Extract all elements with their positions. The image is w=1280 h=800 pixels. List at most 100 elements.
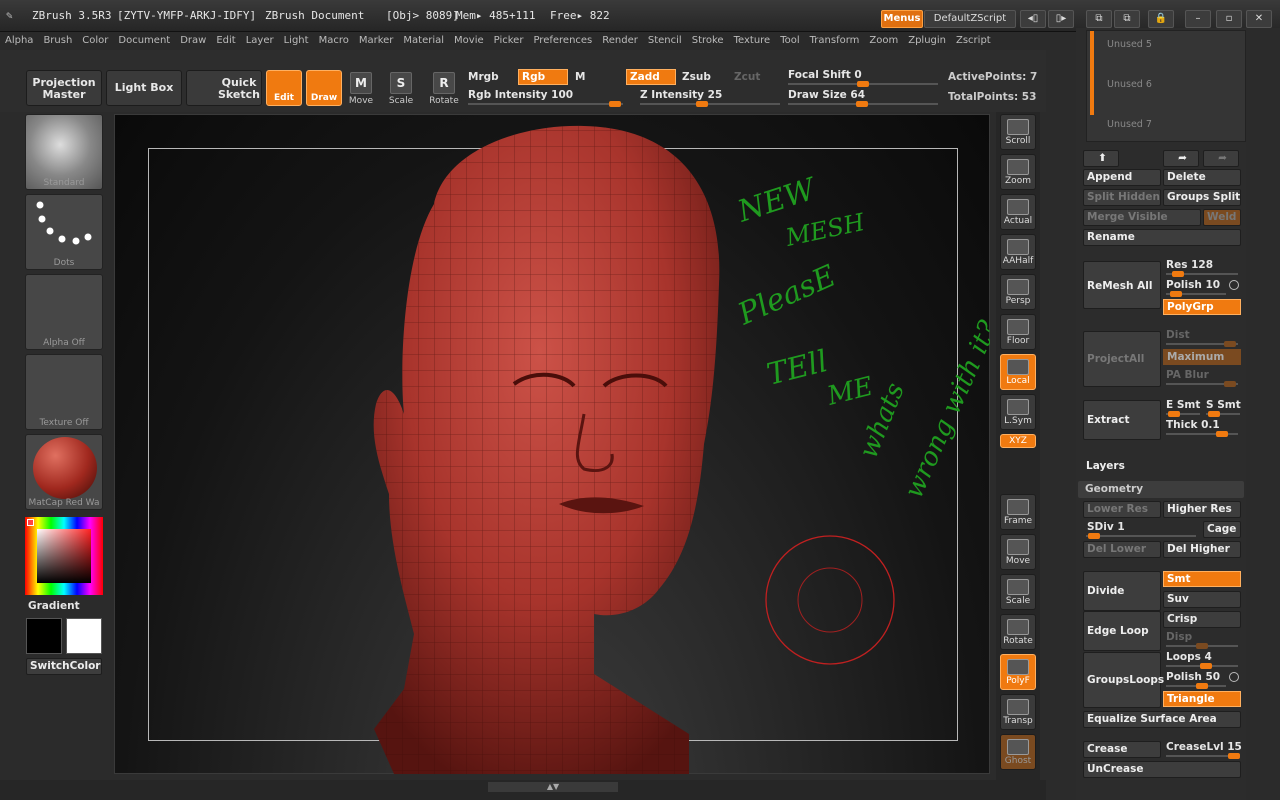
- z-intensity-slider[interactable]: [640, 101, 780, 107]
- del-lower-button[interactable]: Del Lower: [1083, 541, 1161, 558]
- sdiv-slider[interactable]: [1086, 533, 1196, 539]
- menu-stroke[interactable]: Stroke: [687, 32, 729, 50]
- minimize-icon[interactable]: –: [1185, 10, 1211, 28]
- maximum-toggle[interactable]: Maximum: [1163, 349, 1241, 365]
- polish50-slider[interactable]: [1166, 683, 1226, 689]
- subtool-list[interactable]: Unused 5 Unused 6 Unused 7: [1086, 30, 1246, 142]
- delete-button[interactable]: Delete: [1163, 169, 1241, 186]
- menu-edit[interactable]: Edit: [211, 32, 240, 50]
- edge-loop-button[interactable]: Edge Loop: [1083, 611, 1161, 651]
- menu-macro[interactable]: Macro: [314, 32, 354, 50]
- menu-draw[interactable]: Draw: [175, 32, 211, 50]
- weld-toggle[interactable]: Weld: [1203, 209, 1241, 226]
- subtool-slot-5[interactable]: Unused 5: [1107, 39, 1152, 50]
- menu-brush[interactable]: Brush: [38, 32, 77, 50]
- menu-layer[interactable]: Layer: [241, 32, 279, 50]
- groups-split-button[interactable]: Groups Split: [1163, 189, 1241, 206]
- m-toggle[interactable]: M: [575, 71, 585, 83]
- rotate-button[interactable]: R Rotate: [428, 72, 460, 106]
- tool-rotate-button[interactable]: Rotate: [1000, 614, 1036, 650]
- edit-button[interactable]: Edit: [266, 70, 302, 106]
- menu-stencil[interactable]: Stencil: [643, 32, 687, 50]
- polygrp-toggle[interactable]: PolyGrp: [1163, 299, 1241, 315]
- layers-header[interactable]: Layers: [1086, 460, 1125, 472]
- color-picker[interactable]: [25, 517, 103, 595]
- secondary-color-swatch[interactable]: [26, 618, 62, 654]
- disp-slider[interactable]: [1166, 643, 1238, 649]
- light-box-button[interactable]: Light Box: [106, 70, 182, 106]
- tool-persp-button[interactable]: Persp: [1000, 274, 1036, 310]
- higher-res-button[interactable]: Higher Res: [1163, 501, 1241, 518]
- brush-thumbnail[interactable]: Standard: [25, 114, 103, 190]
- close-icon[interactable]: ✕: [1246, 10, 1272, 28]
- append-button[interactable]: Append: [1083, 169, 1161, 186]
- tool-xyz-button[interactable]: XYZ: [1000, 434, 1036, 448]
- zadd-toggle[interactable]: Zadd: [626, 69, 676, 85]
- menu-document[interactable]: Document: [113, 32, 175, 50]
- suv-toggle[interactable]: Suv: [1163, 591, 1241, 608]
- thick-slider[interactable]: [1166, 431, 1238, 437]
- subtool-slot-6[interactable]: Unused 6: [1107, 79, 1152, 90]
- tool-scroll-button[interactable]: Scroll: [1000, 114, 1036, 150]
- next-icon[interactable]: ▯▸: [1048, 10, 1074, 28]
- tool-actual-button[interactable]: Actual: [1000, 194, 1036, 230]
- groupsloops-button[interactable]: GroupsLoops: [1083, 652, 1164, 708]
- draw-size-slider[interactable]: [788, 101, 938, 107]
- stroke-thumbnail[interactable]: Dots: [25, 194, 103, 270]
- switchcolor-button[interactable]: SwitchColor: [26, 658, 102, 675]
- menu-material[interactable]: Material: [398, 32, 449, 50]
- tool-lsym-button[interactable]: L.Sym: [1000, 394, 1036, 430]
- tool-aahalf-button[interactable]: AAHalf: [1000, 234, 1036, 270]
- menu-marker[interactable]: Marker: [354, 32, 399, 50]
- tool-move-button[interactable]: Move: [1000, 534, 1036, 570]
- smt-toggle[interactable]: Smt: [1163, 571, 1241, 587]
- projectall-button[interactable]: ProjectAll: [1083, 331, 1161, 387]
- remesh-all-button[interactable]: ReMesh All: [1083, 261, 1161, 309]
- creaselvl-slider[interactable]: [1166, 753, 1240, 759]
- move-down-icon[interactable]: ➦: [1163, 150, 1199, 167]
- move-button[interactable]: M Move: [346, 72, 376, 106]
- tool-ghost-button[interactable]: Ghost: [1000, 734, 1036, 770]
- menu-picker[interactable]: Picker: [489, 32, 529, 50]
- res-slider[interactable]: [1166, 271, 1238, 277]
- layout2-icon[interactable]: ⧉: [1114, 10, 1140, 28]
- menu-preferences[interactable]: Preferences: [528, 32, 597, 50]
- rgb-intensity-slider[interactable]: [468, 101, 623, 107]
- transfer-icon[interactable]: ➦: [1203, 150, 1239, 167]
- tool-frame-button[interactable]: Frame: [1000, 494, 1036, 530]
- subtool-slot-7[interactable]: Unused 7: [1107, 119, 1152, 130]
- menu-zoom[interactable]: Zoom: [864, 32, 903, 50]
- bottom-collapse-icon[interactable]: ▲▼: [488, 782, 618, 792]
- lower-res-button[interactable]: Lower Res: [1083, 501, 1161, 518]
- alpha-thumbnail[interactable]: Alpha Off: [25, 274, 103, 350]
- cage-button[interactable]: Cage: [1203, 521, 1241, 538]
- restore-icon[interactable]: ▫: [1216, 10, 1242, 28]
- polish50-circle-icon[interactable]: [1229, 672, 1239, 682]
- rename-button[interactable]: Rename: [1083, 229, 1241, 246]
- e-smt-slider[interactable]: [1166, 411, 1200, 417]
- polish-slider[interactable]: [1166, 291, 1226, 297]
- menu-zscript[interactable]: Zscript: [951, 32, 996, 50]
- crisp-toggle[interactable]: Crisp: [1163, 611, 1241, 628]
- tool-scale-button[interactable]: Scale: [1000, 574, 1036, 610]
- tool-local-button[interactable]: Local: [1000, 354, 1036, 390]
- crease-button[interactable]: Crease: [1083, 741, 1161, 758]
- menu-transform[interactable]: Transform: [805, 32, 865, 50]
- tool-zoom-button[interactable]: Zoom: [1000, 154, 1036, 190]
- menu-light[interactable]: Light: [279, 32, 314, 50]
- geometry-header[interactable]: Geometry: [1078, 481, 1244, 498]
- pa-blur-slider[interactable]: [1166, 381, 1238, 387]
- loops-slider[interactable]: [1166, 663, 1238, 669]
- lock-icon[interactable]: 🔒: [1148, 10, 1174, 28]
- equalize-surface-area-button[interactable]: Equalize Surface Area: [1083, 711, 1241, 728]
- subtool-scrollbar[interactable]: [1090, 31, 1094, 115]
- prev-icon[interactable]: ◂▯: [1020, 10, 1046, 28]
- menu-movie[interactable]: Movie: [449, 32, 489, 50]
- menus-button[interactable]: Menus: [881, 10, 923, 28]
- focal-shift-slider[interactable]: [788, 81, 938, 87]
- zsub-toggle[interactable]: Zsub: [682, 71, 711, 83]
- draw-button[interactable]: Draw: [306, 70, 342, 106]
- color-square[interactable]: [37, 529, 91, 583]
- s-smt-slider[interactable]: [1206, 411, 1240, 417]
- texture-thumbnail[interactable]: Texture Off: [25, 354, 103, 430]
